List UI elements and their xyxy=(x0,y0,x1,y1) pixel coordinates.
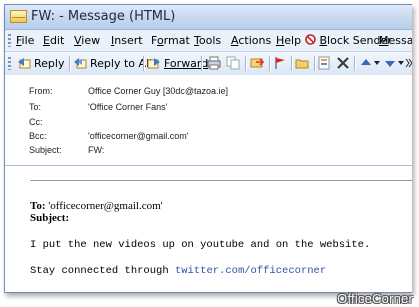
twitter-link[interactable]: twitter.com/officecorner xyxy=(175,265,326,277)
message-window: FW: - Message (HTML) File Edit View Inse… xyxy=(4,4,412,293)
to-value[interactable]: 'Office Corner Fans' xyxy=(88,102,167,112)
dropdown-arrow-icon[interactable] xyxy=(398,60,404,66)
menu-grip-icon[interactable] xyxy=(8,34,11,47)
menu-format[interactable]: Format xyxy=(151,34,190,47)
body-subject-label: Subject: xyxy=(30,212,70,224)
body-to-line: To: 'officecorner@gmail.com' xyxy=(30,200,163,212)
forward-divider xyxy=(30,180,412,181)
forward-icon xyxy=(147,58,160,69)
subject-value: FW: xyxy=(88,145,105,155)
cc-label: Cc: xyxy=(29,117,43,127)
reply-label: Reply xyxy=(34,56,65,70)
open-folder-button[interactable] xyxy=(295,55,312,71)
message-body[interactable]: To: 'officecorner@gmail.com' Subject: I … xyxy=(5,166,412,292)
move-to-folder-button[interactable] xyxy=(250,55,267,71)
bcc-value[interactable]: 'officecorner@gmail.com' xyxy=(88,131,188,141)
reply-button[interactable]: Reply xyxy=(17,55,64,71)
folder-icon xyxy=(295,59,309,69)
menu-help[interactable]: Help xyxy=(276,34,301,47)
print-button[interactable] xyxy=(207,55,224,71)
window-title: FW: - Message (HTML) xyxy=(31,9,176,24)
overflow-chevron-icon xyxy=(405,58,412,68)
toolbar-grip-icon[interactable] xyxy=(8,57,11,70)
menu-actions[interactable]: Actions xyxy=(231,34,271,47)
toolbar-separator xyxy=(269,56,271,71)
copy-icon xyxy=(226,56,240,70)
menu-insert[interactable]: Insert xyxy=(111,34,143,47)
reply-all-icon xyxy=(74,58,87,69)
menu-file[interactable]: File xyxy=(16,34,34,47)
toolbar-separator xyxy=(354,56,356,71)
body-to-value: 'officecorner@gmail.com' xyxy=(45,200,163,212)
toolbar-separator xyxy=(69,56,71,71)
reply-all-button[interactable]: Reply to All xyxy=(73,55,152,71)
more-options-button[interactable] xyxy=(405,55,412,71)
toolbar-separator xyxy=(314,56,316,71)
message-header-panel: From: Office Corner Guy [30dc@tazoa.ie] … xyxy=(5,75,412,166)
dropdown-arrow-icon[interactable] xyxy=(374,60,380,66)
body-text-prefix: Stay connected through xyxy=(30,265,175,277)
previous-item-button[interactable] xyxy=(359,55,380,71)
from-label: From: xyxy=(29,86,53,96)
body-text-line-1: I put the new videos up on youtube and o… xyxy=(30,239,371,251)
toolbar-separator xyxy=(143,56,145,71)
body-subject-line: Subject: xyxy=(30,212,69,224)
body-to-label: To: xyxy=(30,200,46,212)
forward-button[interactable]: Forward xyxy=(147,55,208,71)
reply-icon xyxy=(18,58,31,69)
next-item-button[interactable] xyxy=(383,55,404,71)
delete-button[interactable] xyxy=(336,55,353,71)
menu-message[interactable]: Messag xyxy=(379,34,412,47)
body-text-line-2: Stay connected through twitter.com/offic… xyxy=(30,265,326,277)
follow-up-flag-button[interactable] xyxy=(273,55,290,71)
standard-toolbar: Reply Reply to All Forward xyxy=(5,52,412,76)
toolbar-separator xyxy=(201,56,203,71)
subject-label: Subject: xyxy=(29,145,62,155)
title-bar: FW: - Message (HTML) xyxy=(5,5,412,30)
menu-bar: File Edit View Insert Format Tools Actio… xyxy=(5,30,412,52)
delete-icon xyxy=(337,57,349,69)
categories-icon xyxy=(318,56,330,70)
up-arrow-icon xyxy=(361,59,371,65)
down-arrow-icon xyxy=(385,61,395,67)
menu-edit[interactable]: Edit xyxy=(43,34,64,47)
menu-view[interactable]: View xyxy=(74,34,100,47)
flag-icon xyxy=(275,57,285,69)
from-value[interactable]: Office Corner Guy [30dc@tazoa.ie] xyxy=(88,86,228,96)
block-sender-icon xyxy=(305,34,316,45)
menu-tools[interactable]: Tools xyxy=(194,34,221,47)
toolbar-separator xyxy=(245,56,247,71)
bcc-label: Bcc: xyxy=(29,131,47,141)
print-icon xyxy=(207,56,221,70)
copy-button[interactable] xyxy=(226,55,243,71)
categories-button[interactable] xyxy=(318,55,335,71)
envelope-icon xyxy=(10,10,27,23)
toolbar-separator xyxy=(291,56,293,71)
officecorner-watermark: OfficeCorner xyxy=(337,291,413,306)
move-to-folder-icon xyxy=(250,58,264,68)
to-label: To: xyxy=(29,102,42,112)
